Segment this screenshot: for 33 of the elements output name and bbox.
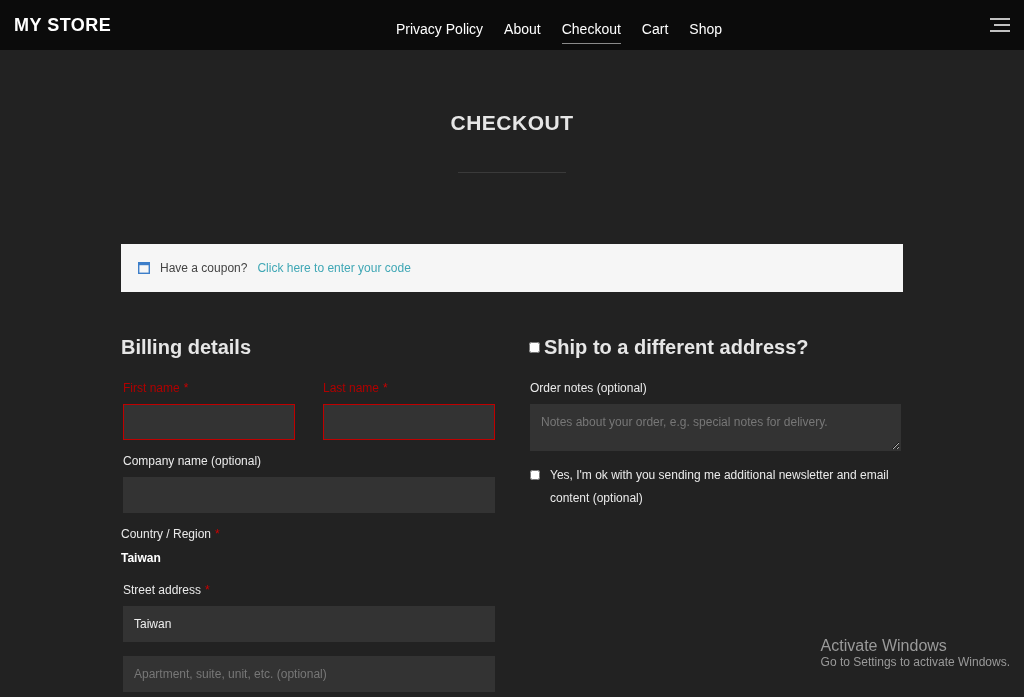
activation-title: Activate Windows [820,637,948,655]
field-label: Last name [323,381,380,395]
ship-checkbox[interactable] [529,342,540,353]
section-heading: Billing details [121,336,253,359]
nav-link[interactable]: Cart [641,14,669,44]
input-field[interactable] [323,404,495,440]
required-mark: * [383,381,388,395]
menu-icon[interactable] [990,18,1010,32]
field-label: Country / Region [121,527,212,541]
nav-link[interactable]: Shop [689,14,722,44]
newsletter-label: Yes, I'm ok with you sending me additional newsletter and email content (optional) [550,467,890,507]
field-label: Company name (optional) [123,454,262,468]
field-label: First name [123,381,180,395]
notes-field[interactable]: Notes about your order, e.g. special notes for delivery. [530,404,901,451]
section-heading: Ship to a different address? [544,336,809,359]
nav-link[interactable]: About [504,14,541,44]
store-logo[interactable]: MY STORE [14,14,112,36]
required-mark: * [215,527,220,541]
field-label: Street address [123,583,202,597]
page-title: CHECKOUT [450,111,574,135]
input-field[interactable]: Apartment, suite, unit, etc. (optional) [123,656,495,692]
field-label: Order notes (optional) [529,381,648,395]
country-value: Taiwan [121,551,162,565]
input-field[interactable] [123,404,295,440]
newsletter-checkbox[interactable] [530,470,540,480]
nav-link[interactable]: Checkout [561,14,621,44]
activation-text: Go to Settings to activate Windows. [820,655,1010,669]
nav-link[interactable]: Privacy Policy [395,14,484,44]
required-mark: * [183,381,189,395]
window-icon [138,262,150,274]
required-mark: * [205,583,210,597]
coupon-text: Have a coupon? [160,261,248,275]
input-field[interactable]: Taiwan [123,606,495,642]
